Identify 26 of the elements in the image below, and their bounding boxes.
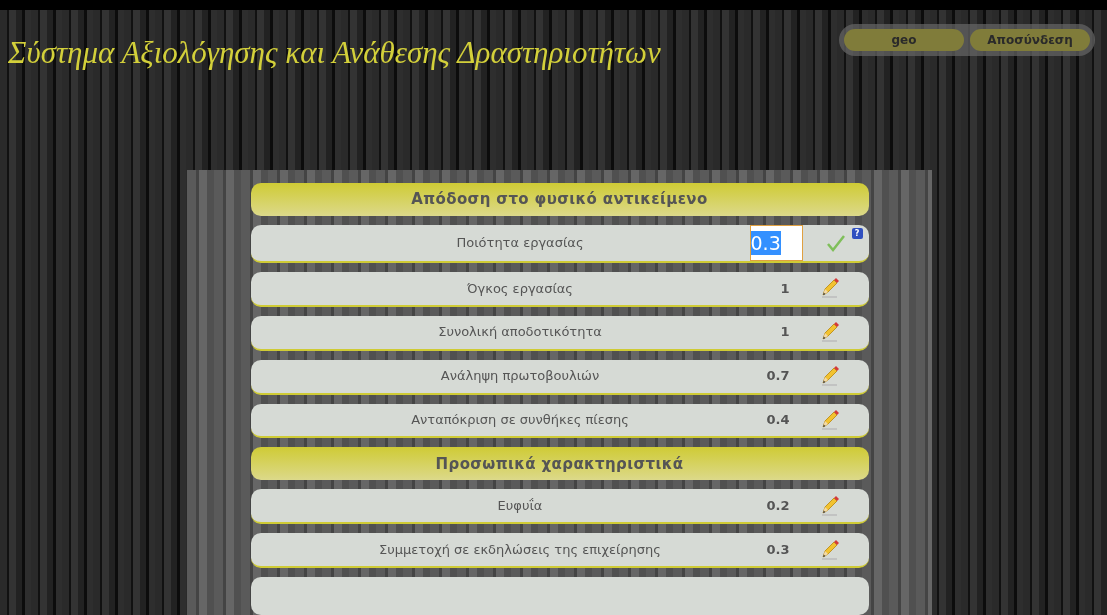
pencil-icon[interactable] xyxy=(819,408,839,431)
criterion-label: Ευφυΐα xyxy=(496,496,544,515)
help-icon[interactable]: ? xyxy=(851,227,863,239)
logout-button[interactable]: Αποσύνδεση xyxy=(970,29,1090,51)
score-value: 1 xyxy=(779,323,790,342)
section-header: Απόδοση στο φυσικό αντικείμενο xyxy=(250,183,869,216)
username-button[interactable]: geo xyxy=(844,29,964,51)
score-input[interactable]: 0.3 xyxy=(749,224,803,261)
score-value: 1 xyxy=(779,279,790,298)
pencil-icon[interactable] xyxy=(819,365,839,388)
pencil-icon[interactable] xyxy=(819,321,839,344)
criterion-label: Ποιότητα εργασίας xyxy=(455,234,585,253)
pencil-icon[interactable] xyxy=(819,494,839,517)
score-value: 0.4 xyxy=(765,411,790,430)
criterion-label: Ανάληψη πρωτοβουλιών xyxy=(439,367,601,386)
pencil-icon[interactable] xyxy=(819,277,839,300)
criterion-label: Συνολική αποδοτικότητα xyxy=(437,323,603,342)
score-value: 0.7 xyxy=(765,367,790,386)
criterion-label: Όγκος εργασίας xyxy=(466,279,574,298)
pencil-icon[interactable] xyxy=(819,538,839,561)
section-header: Προσωπικά χαρακτηριστικά xyxy=(250,447,869,481)
criterion-label: Συμμετοχή σε εκδηλώσεις της επιχείρησης xyxy=(378,540,662,559)
site-title: Σύστημα Αξιολόγησης και Ανάθεσης Δραστηριοτήτων xyxy=(7,34,661,72)
score-value: 0.3 xyxy=(765,540,790,559)
score-value: 0.2 xyxy=(765,496,790,515)
criterion-label: Ανταπόκριση σε συνθήκες πίεσης xyxy=(410,411,630,430)
